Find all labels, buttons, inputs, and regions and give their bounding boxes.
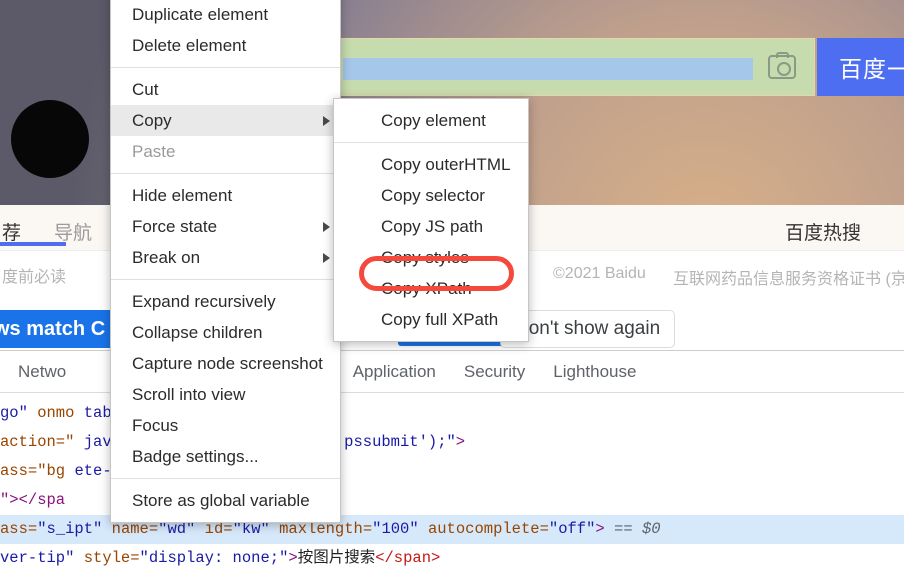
tab-network[interactable]: Netwo (0, 362, 80, 382)
menu-item-collapse-children[interactable]: Collapse children (111, 317, 340, 348)
submenu-item-copy-element[interactable]: Copy element (334, 105, 528, 136)
chevron-right-icon (323, 222, 330, 232)
menu-item-break-on[interactable]: Break on (111, 242, 340, 273)
menu-item-focus[interactable]: Focus (111, 410, 340, 441)
footer-notice-link[interactable]: 度前必读 (2, 263, 66, 287)
menu-item-store-as-global-variable[interactable]: Store as global variable (111, 485, 340, 516)
baidu-search-button[interactable]: 百度一下 (817, 38, 904, 96)
menu-item-cut[interactable]: Cut (111, 74, 340, 105)
submenu-item-copy-js-path[interactable]: Copy JS path (334, 211, 528, 242)
menu-item-force-state[interactable]: Force state (111, 211, 340, 242)
submenu-item-copy-styles[interactable]: Copy styles (334, 242, 528, 273)
code-token: ass="bg (0, 462, 66, 480)
menu-item-copy[interactable]: Copy (111, 105, 340, 136)
code-token: "off" (548, 520, 596, 538)
copy-submenu[interactable]: Copy element Copy outerHTML Copy selector C… (333, 98, 529, 342)
menu-item-scroll-into-view-label: Scroll into view (132, 385, 246, 404)
menu-item-expand-recursively-label: Expand recursively (132, 292, 276, 311)
submenu-item-copy-element-label: Copy element (381, 111, 486, 130)
menu-item-focus-label: Focus (132, 416, 179, 435)
submenu-item-copy-selector[interactable]: Copy selector (334, 180, 528, 211)
chevron-right-icon (323, 116, 330, 126)
chevron-right-icon (323, 253, 330, 263)
menu-item-separator (111, 173, 340, 174)
menu-item-delete-element[interactable]: Delete element (111, 30, 340, 61)
menu-item-separator (111, 67, 340, 68)
menu-item-badge-settings[interactable]: Badge settings... (111, 441, 340, 472)
submenu-item-copy-selector-label: Copy selector (381, 186, 485, 205)
code-token: "100" (372, 520, 419, 538)
menu-item-break-on-label: Break on (132, 248, 201, 267)
code-token: == (604, 520, 642, 538)
menu-item-hide-element[interactable]: Hide element (111, 180, 340, 211)
menu-item-delete-element-label: Delete element (132, 36, 247, 55)
avatar (11, 100, 89, 178)
submenu-item-copy-xpath[interactable]: Copy XPath (334, 256, 528, 304)
menu-item-hide-element-label: Hide element (132, 186, 233, 205)
nav-active-underline (0, 242, 66, 246)
menu-item-copy-label: Copy (132, 111, 172, 130)
code-token: onmo (27, 404, 75, 422)
submenu-item-copy-outerhtml[interactable]: Copy outerHTML (334, 149, 528, 180)
search-input[interactable] (343, 58, 753, 80)
menu-item-duplicate-element-label: Duplicate element (132, 5, 269, 24)
tab-lighthouse[interactable]: Lighthouse (539, 362, 650, 382)
code-token: action=" (0, 433, 75, 451)
code-token: ass= (0, 520, 38, 538)
submenu-item-copy-full-xpath-label: Copy full XPath (381, 310, 499, 329)
nav-item-navigation[interactable]: 导航 (54, 218, 92, 245)
menu-item-paste-label: Paste (132, 142, 176, 161)
menu-item-duplicate-element[interactable]: Duplicate element (111, 0, 340, 30)
nav-item-recommend[interactable]: 荐 (2, 218, 21, 245)
context-menu[interactable]: Duplicate element Delete element Cut Copy Pa… (110, 0, 341, 523)
code-token: go" (0, 404, 28, 422)
tab-security[interactable]: Security (450, 362, 539, 382)
hot-search-label: 百度热搜 (785, 223, 862, 244)
dont-show-again-label: Don't show again (515, 318, 661, 339)
menu-item-force-state-label: Force state (132, 217, 218, 236)
code-token: "></spa (0, 491, 66, 509)
camera-icon[interactable] (768, 52, 796, 79)
menu-item-badge-settings-label: Badge settings... (132, 447, 259, 466)
menu-item-cut-label: Cut (132, 80, 159, 99)
code-token: autocomplete= (418, 520, 549, 538)
code-token: 按图片搜索 (297, 549, 376, 567)
dom-node-row[interactable]: ver-tip" style="display: none;">按图片搜索</s… (0, 544, 904, 573)
menu-item-scroll-into-view[interactable]: Scroll into view (111, 379, 340, 410)
menu-item-capture-node-screenshot-label: Capture node screenshot (132, 354, 323, 373)
tab-application[interactable]: Application (339, 362, 450, 382)
menu-item-collapse-children-label: Collapse children (132, 323, 263, 342)
code-token: $0 (641, 520, 661, 538)
baidu-search-button-label: 百度一下 (839, 56, 904, 82)
code-token: "display: none;" (139, 549, 289, 567)
menu-item-paste: Paste (111, 136, 340, 167)
menu-item-expand-recursively[interactable]: Expand recursively (111, 286, 340, 317)
menu-item-capture-node-screenshot[interactable]: Capture node screenshot (111, 348, 340, 379)
code-token: </span> (375, 549, 441, 567)
submenu-item-copy-xpath-label: Copy XPath (381, 279, 472, 298)
code-token: > (455, 433, 466, 451)
code-token: "s_ipt" (37, 520, 103, 538)
code-token: ver-tip" (0, 549, 75, 567)
search-box-highlight[interactable] (340, 38, 815, 96)
code-token: > (595, 520, 605, 538)
submenu-item-copy-full-xpath[interactable]: Copy full XPath (334, 304, 528, 335)
footer-license[interactable]: 互联网药品信息服务资格证书 (京)- (673, 265, 904, 289)
footer-copyright: ©2021 Baidu (553, 265, 646, 282)
submenu-item-separator (334, 142, 528, 143)
menu-item-separator (111, 478, 340, 479)
code-token: style= (74, 549, 140, 567)
submenu-item-copy-styles-label: Copy styles (381, 248, 469, 267)
submenu-item-copy-outerhtml-label: Copy outerHTML (381, 155, 511, 174)
submenu-item-copy-js-path-label: Copy JS path (381, 217, 484, 236)
menu-item-separator (111, 279, 340, 280)
code-token: > (288, 549, 298, 567)
menu-item-store-as-global-variable-label: Store as global variable (132, 491, 310, 510)
